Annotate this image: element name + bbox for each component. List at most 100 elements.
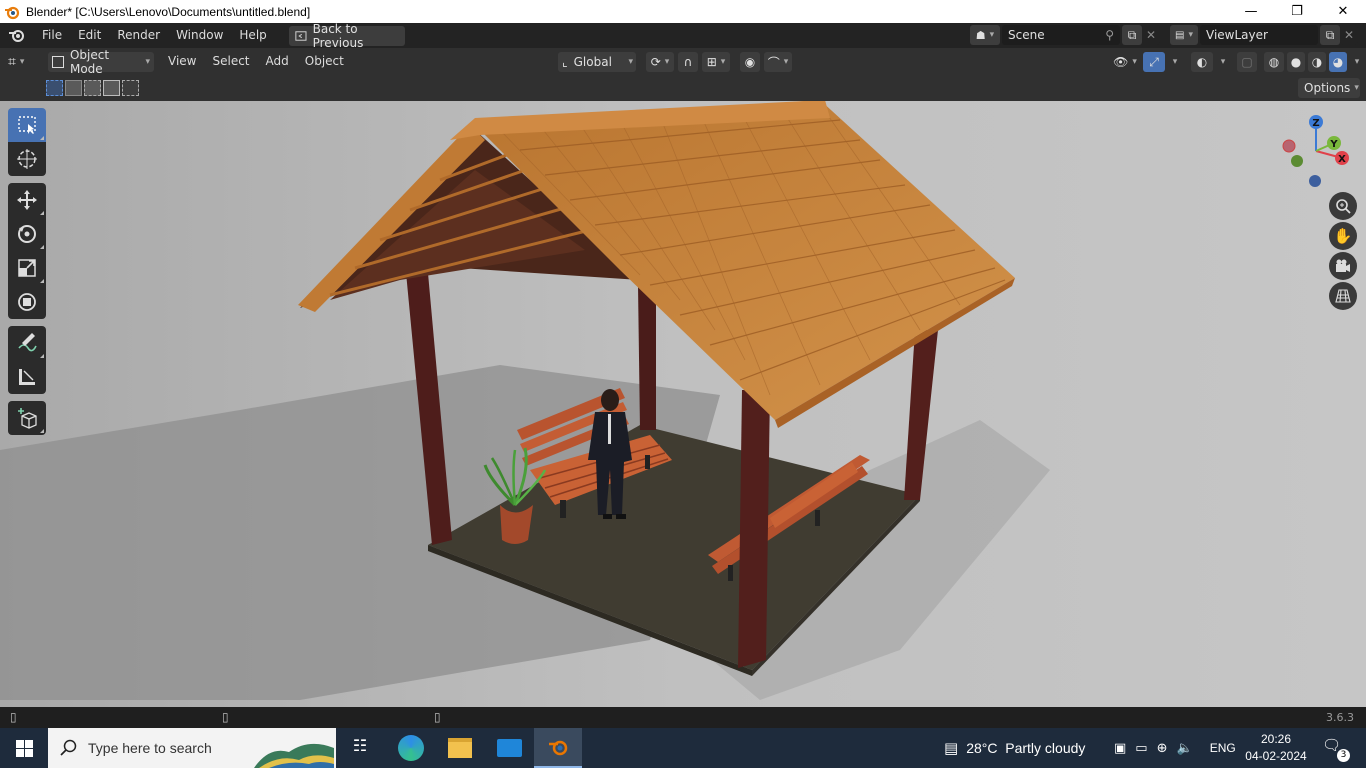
viewlayer-type-icon[interactable]: ▤ ▾	[1170, 25, 1198, 45]
select-invert-icon[interactable]	[103, 80, 120, 96]
restore-button[interactable]: ❐	[1274, 0, 1320, 23]
select-new-icon[interactable]	[46, 80, 63, 96]
move-tool[interactable]	[8, 183, 46, 217]
gizmo-toggle-icon[interactable]: ⤢	[1143, 52, 1165, 72]
gizmo-dropdown[interactable]: ▾	[1168, 52, 1182, 72]
rendered-shading-icon[interactable]: ◕	[1329, 52, 1347, 72]
add-cube-tool[interactable]	[8, 401, 46, 435]
select-box-icon	[18, 116, 36, 134]
network-globe-icon[interactable]: ⊕	[1157, 741, 1168, 756]
rotate-tool[interactable]	[8, 217, 46, 251]
falloff-icon[interactable]: ⌒ ▾	[764, 52, 792, 72]
file-explorer-icon[interactable]	[448, 738, 472, 758]
orientation-label: Global	[573, 55, 612, 69]
scale-tool[interactable]	[8, 251, 46, 285]
visibility-eye-icon[interactable]: 👁 ▾	[1110, 52, 1140, 72]
solid-shading-icon[interactable]: ●	[1287, 52, 1305, 72]
blender-menu-icon[interactable]	[0, 23, 34, 48]
zoom-icon[interactable]	[1329, 192, 1357, 220]
menu-add[interactable]: Add	[258, 49, 297, 74]
menu-view[interactable]: View	[160, 49, 204, 74]
viewlayer-selector[interactable]: ▤ ▾ ViewLayer ⧉ ✕	[1170, 25, 1358, 45]
taskbar-search-box[interactable]: Type here to search	[48, 728, 336, 768]
select-extend-icon[interactable]	[65, 80, 82, 96]
menu-file[interactable]: File	[34, 23, 70, 48]
blender-taskbar-icon[interactable]	[534, 728, 582, 768]
search-icon	[60, 739, 77, 756]
viewlayer-name: ViewLayer	[1206, 28, 1268, 42]
mail-icon[interactable]	[497, 739, 522, 757]
pillar-front-right	[738, 390, 770, 668]
object-mode-icon	[52, 55, 64, 68]
minimize-button[interactable]: —	[1228, 0, 1274, 23]
battery-icon[interactable]: ▭	[1135, 741, 1147, 756]
camera-view-icon[interactable]	[1329, 252, 1357, 280]
transform-tool[interactable]	[8, 285, 46, 319]
remove-scene-icon[interactable]: ✕	[1142, 25, 1160, 45]
proportional-edit-icon[interactable]: ◉	[740, 52, 760, 72]
remove-viewlayer-icon[interactable]: ✕	[1340, 25, 1358, 45]
back-screen-icon	[295, 30, 307, 41]
menu-object[interactable]: Object	[297, 49, 352, 74]
menu-select[interactable]: Select	[204, 49, 257, 74]
new-viewlayer-icon[interactable]: ⧉	[1320, 25, 1340, 45]
select-intersect-icon[interactable]	[122, 80, 139, 96]
menu-edit[interactable]: Edit	[70, 23, 109, 48]
snap-toggle-icon[interactable]: ∩	[678, 52, 698, 72]
notification-count: 3	[1337, 749, 1350, 762]
measure-ruler-icon	[19, 369, 35, 385]
notification-center-button[interactable]: 🗨 3	[1322, 736, 1350, 762]
menu-help[interactable]: Help	[231, 23, 274, 48]
task-view-icon[interactable]: ☷	[348, 736, 372, 760]
back-to-previous-button[interactable]: Back to Previous	[288, 22, 405, 50]
search-placeholder: Type here to search	[88, 740, 212, 756]
move-arrows-icon	[17, 190, 37, 210]
scene-name-field[interactable]: Scene ⚲	[1002, 25, 1120, 45]
editor-type-button[interactable]: ⌗ ▾	[8, 54, 42, 70]
overlays-dropdown[interactable]: ▾	[1216, 52, 1230, 72]
pivot-point-icon[interactable]: ⟳ ▾	[646, 52, 674, 72]
scene-selector[interactable]: ☗ ▾ Scene ⚲ ⧉ ✕	[970, 25, 1160, 45]
clock[interactable]: 20:26 04-02-2024	[1240, 731, 1312, 765]
mode-dropdown[interactable]: Object Mode ▾	[48, 48, 154, 76]
annotate-tool[interactable]	[8, 326, 46, 360]
perspective-toggle-icon[interactable]	[1329, 282, 1357, 310]
close-button[interactable]: ✕	[1320, 0, 1366, 23]
pin-icon[interactable]: ⚲	[1105, 28, 1114, 42]
scene-type-icon[interactable]: ☗ ▾	[970, 25, 1000, 45]
start-button[interactable]	[0, 728, 48, 768]
select-subtract-icon[interactable]	[84, 80, 101, 96]
cursor-tool[interactable]	[8, 142, 46, 176]
meet-now-icon[interactable]: ▣	[1114, 741, 1126, 756]
window-titlebar: Blender* [C:\Users\Lenovo\Documents\unti…	[0, 0, 1366, 23]
shading-dropdown[interactable]: ▾	[1350, 52, 1364, 72]
add-cube-icon	[18, 408, 37, 429]
language-indicator[interactable]: ENG	[1210, 741, 1236, 755]
measure-tool[interactable]	[8, 360, 46, 394]
overlays-icon[interactable]: ◐	[1191, 52, 1213, 72]
3d-viewport[interactable]: Z X Y ✋	[0, 101, 1366, 707]
menu-window[interactable]: Window	[168, 23, 231, 48]
xray-icon[interactable]: ▢	[1237, 52, 1257, 72]
version-label: 3.6.3	[1326, 711, 1354, 724]
mouse-left-icon: ▯	[10, 710, 17, 724]
gizmo-x-label: X	[1338, 154, 1346, 165]
select-box-tool[interactable]	[8, 108, 46, 142]
snap-target-icon[interactable]: ⊞ ▾	[702, 52, 730, 72]
weather-widget[interactable]: ▤ 28°C Partly cloudy	[944, 728, 1085, 768]
navigation-gizmo[interactable]: Z X Y	[1276, 111, 1356, 196]
status-bar: ▯ ▯ ▯ 3.6.3	[0, 707, 1366, 728]
options-dropdown[interactable]: Options ▾	[1298, 78, 1360, 98]
pan-hand-icon[interactable]: ✋	[1329, 222, 1357, 250]
viewlayer-name-field[interactable]: ViewLayer	[1200, 25, 1318, 45]
volume-icon[interactable]: 🔈	[1177, 741, 1193, 756]
new-scene-icon[interactable]: ⧉	[1122, 25, 1142, 45]
wireframe-shading-icon[interactable]: ◍	[1264, 52, 1284, 72]
transform-orientation-dropdown[interactable]: ⌞ Global ▾	[558, 52, 636, 72]
menu-render[interactable]: Render	[109, 23, 168, 48]
news-icon: ▤	[944, 739, 959, 757]
material-shading-icon[interactable]: ◑	[1308, 52, 1326, 72]
edge-browser-icon[interactable]	[398, 735, 424, 761]
annotate-pencil-icon	[18, 333, 37, 352]
selection-mode-group	[46, 80, 139, 96]
